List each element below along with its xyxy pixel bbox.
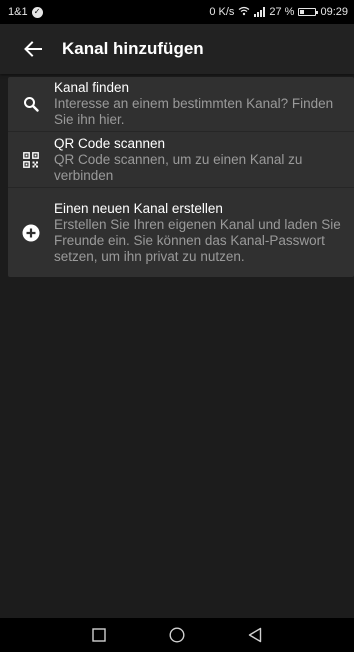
- triangle-back-icon: [248, 627, 262, 643]
- recent-apps-button[interactable]: [88, 624, 110, 646]
- option-text: Kanal finden Interesse an einem bestimmt…: [54, 75, 354, 133]
- status-bar: 1&1 ✓ 0 K/s 27 % 09:29: [0, 0, 354, 24]
- add-circle-icon: [8, 224, 54, 242]
- page-title: Kanal hinzufügen: [62, 39, 204, 58]
- option-description: QR Code scannen, um zu einen Kanal zu ve…: [54, 151, 303, 183]
- carrier-label: 1&1: [8, 6, 28, 18]
- option-description: Erstellen Sie Ihren eigenen Kanal und la…: [54, 216, 341, 264]
- option-text: QR Code scannen QR Code scannen, um zu e…: [54, 131, 354, 189]
- back-nav-button[interactable]: [244, 624, 266, 646]
- option-title: Kanal finden: [54, 80, 130, 95]
- qr-code-icon: [8, 151, 54, 168]
- navigation-bar: [0, 618, 354, 652]
- option-title: QR Code scannen: [54, 135, 166, 151]
- square-icon: [92, 628, 106, 642]
- options-card: Kanal finden Interesse an einem bestimmt…: [8, 77, 354, 277]
- net-speed: 0 K/s: [209, 6, 235, 18]
- circle-icon: [169, 627, 185, 643]
- check-icon: ✓: [31, 6, 43, 18]
- app-bar: Kanal hinzufügen: [0, 24, 354, 74]
- battery-percent: 27 %: [269, 6, 295, 18]
- option-title: Einen neuen Kanal erstellen: [54, 200, 223, 216]
- search-icon: [8, 96, 54, 112]
- back-button[interactable]: [22, 38, 44, 60]
- option-create-channel[interactable]: Einen neuen Kanal erstellen Erstellen Si…: [8, 188, 354, 277]
- wifi-icon: [238, 6, 250, 19]
- status-right: 0 K/s 27 % 09:29: [209, 6, 348, 19]
- status-left: 1&1 ✓: [8, 6, 43, 18]
- battery-icon: [298, 8, 319, 16]
- option-scan-qr[interactable]: QR Code scannen QR Code scannen, um zu e…: [8, 132, 354, 188]
- screen: 1&1 ✓ 0 K/s 27 % 09:29 Kanal hinzufügen …: [0, 0, 354, 652]
- option-description: Interesse an einem bestimmten Kanal? Fin…: [54, 96, 334, 127]
- arrow-back-icon: [24, 41, 42, 57]
- clock: 09:29: [320, 6, 348, 18]
- option-text: Einen neuen Kanal erstellen Erstellen Si…: [54, 196, 354, 270]
- signal-icon: [254, 7, 266, 17]
- home-button[interactable]: [166, 624, 188, 646]
- option-find-channel[interactable]: Kanal finden Interesse an einem bestimmt…: [8, 77, 354, 132]
